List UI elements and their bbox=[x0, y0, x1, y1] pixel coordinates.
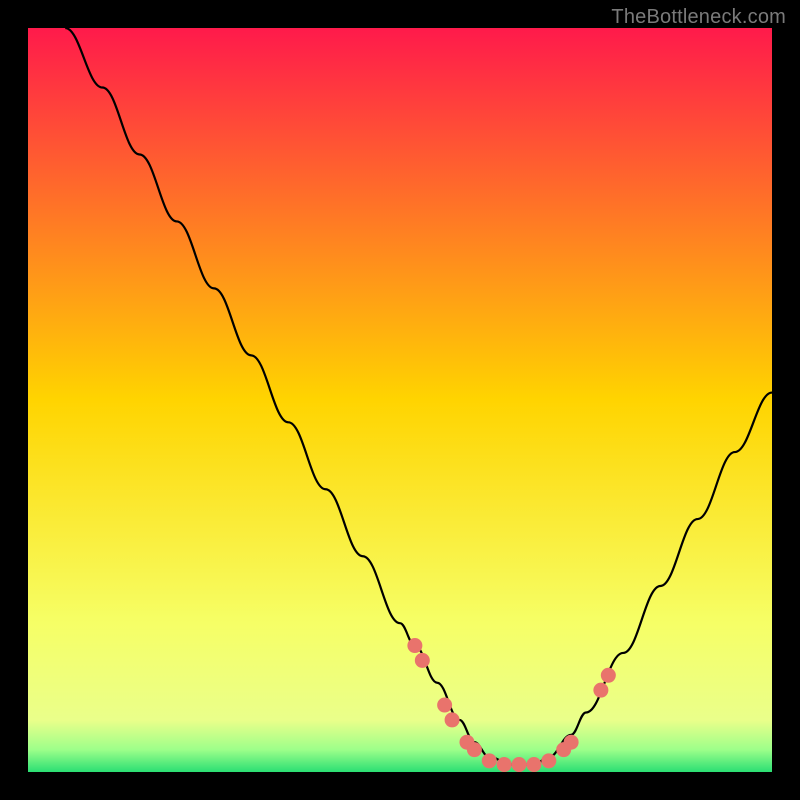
highlight-dot bbox=[482, 753, 497, 768]
highlight-dot bbox=[407, 638, 422, 653]
highlight-dot bbox=[497, 757, 512, 772]
highlight-dot bbox=[564, 735, 579, 750]
watermark-text: TheBottleneck.com bbox=[611, 6, 786, 29]
highlight-dot bbox=[445, 712, 460, 727]
highlight-dot bbox=[512, 757, 527, 772]
highlight-dot bbox=[467, 742, 482, 757]
highlight-dot bbox=[541, 753, 556, 768]
bottleneck-chart bbox=[28, 28, 772, 772]
chart-frame bbox=[28, 28, 772, 772]
highlight-dot bbox=[593, 683, 608, 698]
highlight-dot bbox=[601, 668, 616, 683]
highlight-dot bbox=[526, 757, 541, 772]
highlight-dot bbox=[415, 653, 430, 668]
highlight-dot bbox=[437, 698, 452, 713]
gradient-background bbox=[28, 28, 772, 772]
